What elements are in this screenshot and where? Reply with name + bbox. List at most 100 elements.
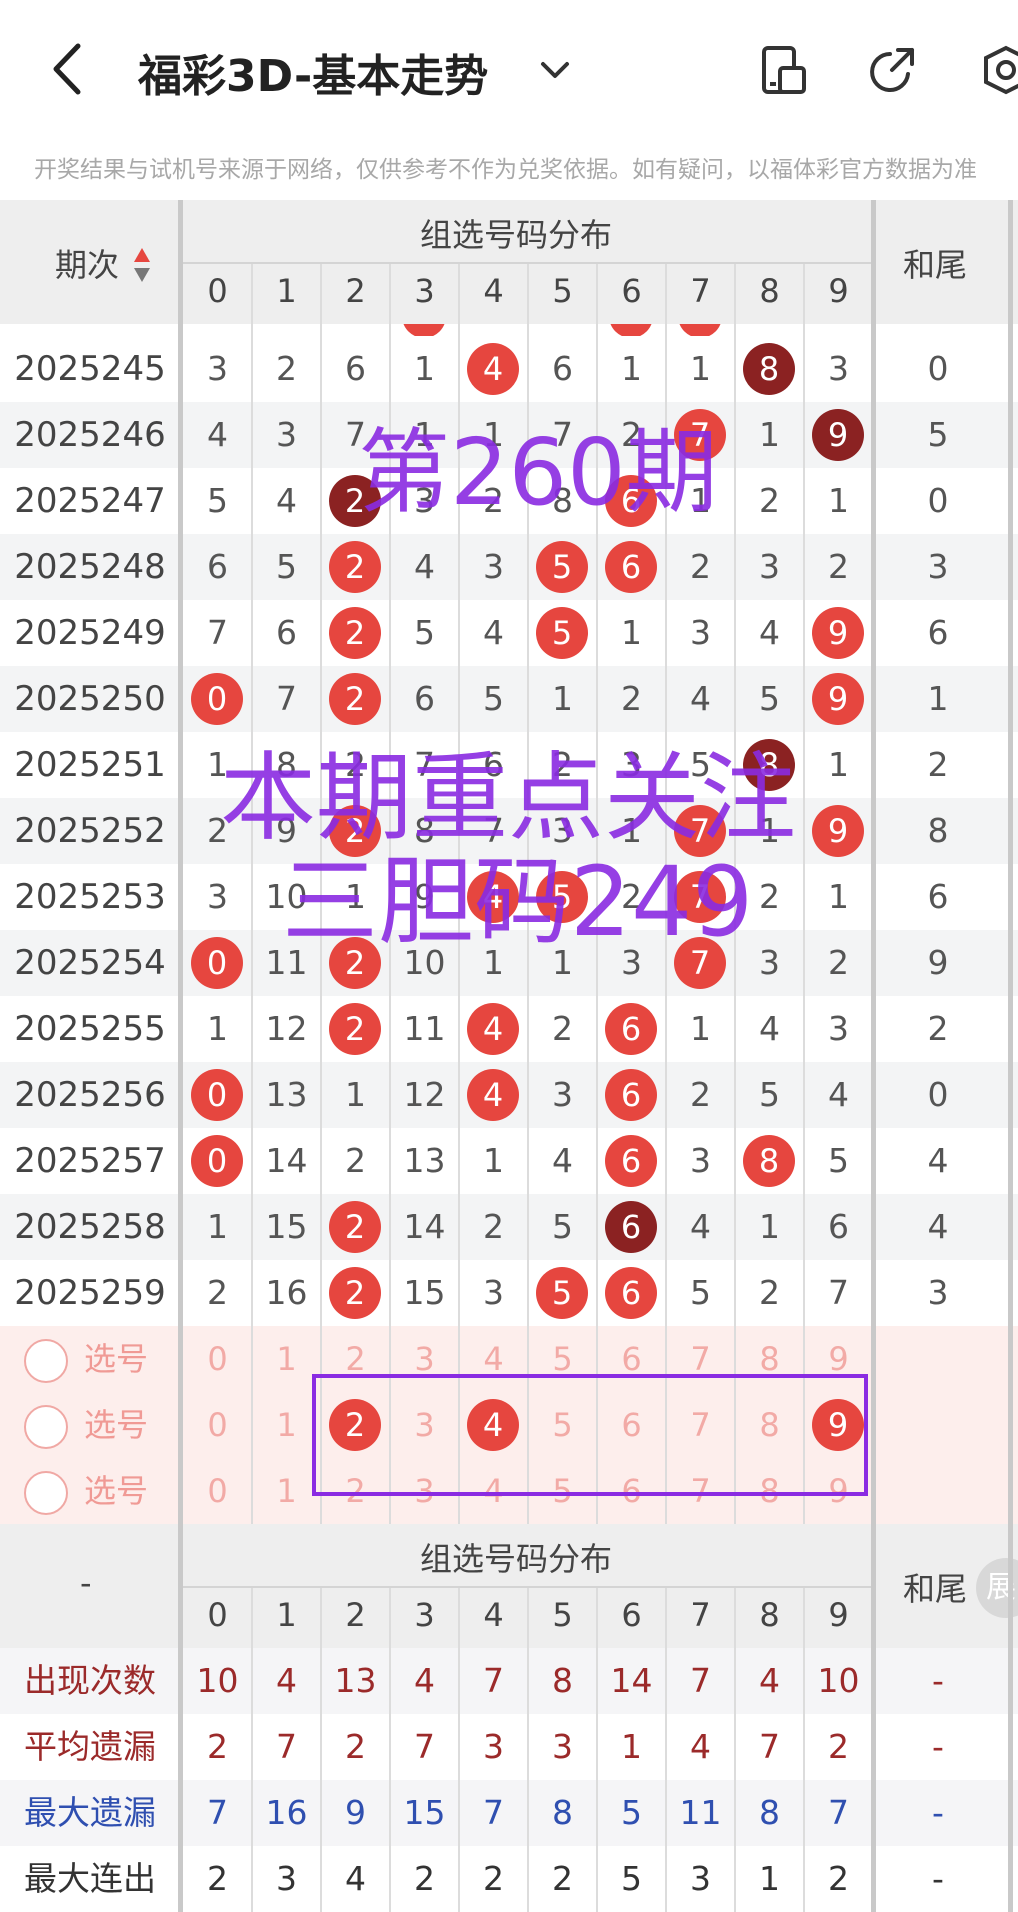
omission-cell: 2 [690, 547, 711, 586]
stats-value: 4 [690, 1727, 711, 1766]
omission-cell: 3 [483, 1273, 504, 1312]
column-line [320, 1588, 322, 1912]
tail-cell: 3 [927, 547, 949, 586]
omission-cell: 14 [265, 1141, 308, 1180]
partial-ball [402, 324, 446, 336]
stats-value: 3 [690, 1859, 711, 1898]
column-line [803, 264, 805, 1524]
select-radio[interactable] [24, 1471, 68, 1515]
ball-9: 9 [812, 607, 864, 659]
omission-cell: 4 [483, 613, 504, 652]
omission-cell: 5 [759, 1075, 780, 1114]
pick-number[interactable]: 1 [252, 1392, 321, 1458]
drawn-number-ball: 8 [735, 1128, 804, 1194]
stats-value: 4 [345, 1859, 366, 1898]
pick-number[interactable]: 0 [183, 1458, 252, 1524]
tail-cell: 1 [927, 679, 949, 718]
table-row: 2025249 7 6 2 5 4 5 1 3 4 9 6 [0, 600, 1018, 666]
drawn-number-ball: 2 [321, 1260, 390, 1326]
select-radio[interactable] [24, 1405, 68, 1449]
omission-cell: 7 [828, 1273, 849, 1312]
stats-value: 1 [621, 1727, 642, 1766]
omission-cell: 6 [345, 349, 366, 388]
drawn-number-ball: 4 [459, 996, 528, 1062]
back-arrow-icon[interactable] [48, 42, 88, 96]
period-cell: 2025258 [14, 1207, 166, 1247]
omission-cell: 1 [207, 1009, 228, 1048]
omission-cell: 1 [690, 1009, 711, 1048]
drawn-number-ball: 6 [597, 1128, 666, 1194]
share-icon[interactable] [868, 44, 920, 96]
omission-cell: 5 [828, 1141, 849, 1180]
omission-cell: 3 [207, 877, 228, 916]
omission-cell: 2 [690, 1075, 711, 1114]
table-row: 2025256 0 13 1 12 4 3 6 2 5 4 0 [0, 1062, 1018, 1128]
drawn-number-ball: 0 [183, 1062, 252, 1128]
ball-2: 2 [329, 1003, 381, 1055]
stats-row: 出现次数 10 4 13 4 7 8 14 7 4 10 - [0, 1648, 1018, 1714]
ball-6: 6 [605, 1267, 657, 1319]
drawn-number-ball: 9 [804, 798, 873, 864]
stats-digit-header-5: 5 [552, 1596, 573, 1634]
table-row: 2025257 0 14 2 13 1 4 6 3 8 5 4 [0, 1128, 1018, 1194]
select-label[interactable]: 选号 [84, 1326, 148, 1392]
digit-header-9: 9 [828, 272, 849, 310]
omission-cell: 5 [207, 481, 228, 520]
sort-icon[interactable] [132, 246, 152, 286]
ball-0: 0 [191, 937, 243, 989]
omission-cell: 3 [828, 1009, 849, 1048]
stats-value: 11 [679, 1793, 722, 1832]
drawn-number-ball: 6 [597, 1062, 666, 1128]
pick-number[interactable]: 1 [252, 1458, 321, 1524]
stats-tail: - [932, 1727, 944, 1766]
tail-column-header: 和尾 [903, 246, 968, 284]
phone-switch-icon[interactable] [758, 44, 810, 96]
drawn-number-ball: 6 [597, 1194, 666, 1260]
ball-4: 4 [467, 1003, 519, 1055]
tail-cell: 6 [927, 877, 949, 916]
omission-cell: 1 [483, 1141, 504, 1180]
chevron-down-icon[interactable] [535, 50, 575, 90]
select-radio[interactable] [24, 1339, 68, 1383]
gear-icon[interactable] [980, 44, 1018, 96]
column-line [803, 1588, 805, 1912]
drawn-number-ball: 5 [528, 534, 597, 600]
period-column-header[interactable]: 期次 [55, 240, 119, 286]
stats-value: 2 [828, 1859, 849, 1898]
stats-digit-header-9: 9 [828, 1596, 849, 1634]
stats-value: 7 [276, 1727, 297, 1766]
omission-cell: 1 [621, 349, 642, 388]
omission-cell: 13 [403, 1141, 446, 1180]
omission-cell: 13 [265, 1075, 308, 1114]
stats-value: 5 [621, 1859, 642, 1898]
select-label[interactable]: 选号 [84, 1458, 148, 1524]
pick-number[interactable]: 0 [183, 1392, 252, 1458]
drawn-number-ball: 8 [735, 336, 804, 402]
omission-cell: 2 [759, 481, 780, 520]
omission-cell: 2 [828, 547, 849, 586]
omission-cell: 2 [828, 943, 849, 982]
stats-value: 16 [265, 1793, 308, 1832]
omission-cell: 1 [621, 613, 642, 652]
tail-cell: 4 [927, 1207, 949, 1246]
omission-cell: 15 [403, 1273, 446, 1312]
pick-number[interactable]: 1 [252, 1326, 321, 1392]
omission-cell: 15 [265, 1207, 308, 1246]
digit-header-8: 8 [759, 272, 780, 310]
table-row: 2025255 1 12 2 11 4 2 6 1 4 3 2 [0, 996, 1018, 1062]
omission-cell: 1 [828, 877, 849, 916]
omission-cell: 3 [552, 1075, 573, 1114]
partial-ball [609, 324, 653, 336]
column-line [665, 1588, 667, 1912]
omission-cell: 2 [345, 1141, 366, 1180]
highlight-box [312, 1374, 868, 1496]
pick-number[interactable]: 0 [183, 1326, 252, 1392]
stats-value: 7 [207, 1793, 228, 1832]
stats-value: 4 [414, 1661, 435, 1700]
stats-value: 10 [817, 1661, 860, 1700]
select-label[interactable]: 选号 [84, 1392, 148, 1458]
omission-cell: 1 [759, 415, 780, 454]
drawn-number-ball: 2 [321, 996, 390, 1062]
ball-6: 6 [605, 1135, 657, 1187]
omission-cell: 6 [276, 613, 297, 652]
